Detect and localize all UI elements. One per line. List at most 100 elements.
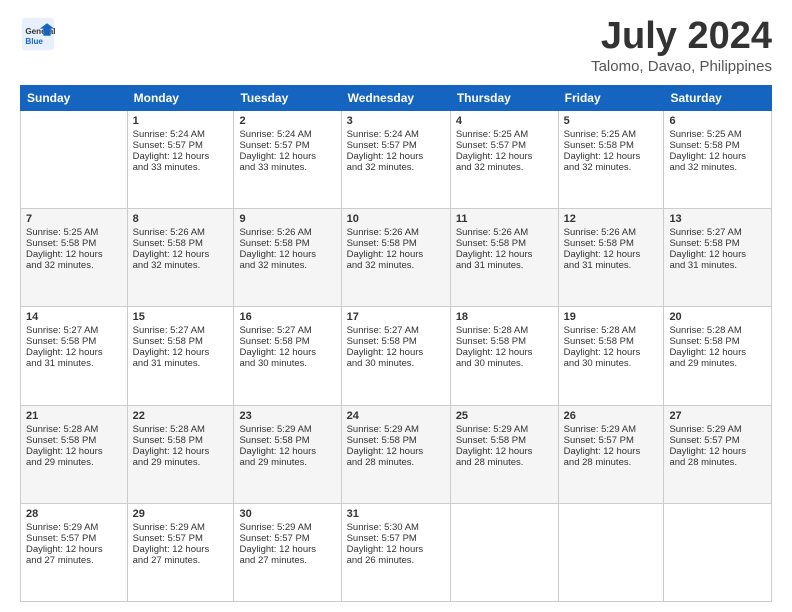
cell-text: Sunrise: 5:26 AM [133, 227, 229, 238]
cell-text: Sunrise: 5:27 AM [669, 227, 766, 238]
week-row-5: 28Sunrise: 5:29 AMSunset: 5:57 PMDayligh… [21, 503, 772, 601]
cell-text: Daylight: 12 hours [239, 151, 335, 162]
calendar-cell: 30Sunrise: 5:29 AMSunset: 5:57 PMDayligh… [234, 503, 341, 601]
day-number: 19 [564, 311, 659, 323]
calendar-title: July 2024 [591, 16, 772, 58]
calendar-cell: 9Sunrise: 5:26 AMSunset: 5:58 PMDaylight… [234, 209, 341, 307]
cell-text: and 32 minutes. [669, 162, 766, 173]
calendar-table: Sunday Monday Tuesday Wednesday Thursday… [20, 85, 772, 602]
day-number: 25 [456, 410, 553, 422]
calendar-cell [450, 503, 558, 601]
calendar-cell: 11Sunrise: 5:26 AMSunset: 5:58 PMDayligh… [450, 209, 558, 307]
cell-text: Sunset: 5:58 PM [456, 238, 553, 249]
cell-text: Sunrise: 5:26 AM [564, 227, 659, 238]
cell-text: Sunrise: 5:28 AM [669, 325, 766, 336]
cell-text: Daylight: 12 hours [133, 446, 229, 457]
calendar-cell: 5Sunrise: 5:25 AMSunset: 5:58 PMDaylight… [558, 110, 664, 208]
cell-text: and 30 minutes. [456, 358, 553, 369]
cell-text: Daylight: 12 hours [26, 347, 122, 358]
cell-text: Sunset: 5:58 PM [456, 435, 553, 446]
calendar-cell: 10Sunrise: 5:26 AMSunset: 5:58 PMDayligh… [341, 209, 450, 307]
cell-text: Sunset: 5:58 PM [347, 435, 445, 446]
cell-text: Sunrise: 5:25 AM [564, 129, 659, 140]
cell-text: Sunset: 5:57 PM [239, 533, 335, 544]
week-row-3: 14Sunrise: 5:27 AMSunset: 5:58 PMDayligh… [21, 307, 772, 405]
week-row-2: 7Sunrise: 5:25 AMSunset: 5:58 PMDaylight… [21, 209, 772, 307]
cell-text: and 29 minutes. [26, 457, 122, 468]
cell-text: Sunrise: 5:29 AM [669, 424, 766, 435]
cell-text: and 32 minutes. [239, 260, 335, 271]
cell-text: and 32 minutes. [347, 162, 445, 173]
day-number: 27 [669, 410, 766, 422]
day-number: 26 [564, 410, 659, 422]
cell-text: and 32 minutes. [26, 260, 122, 271]
calendar-cell: 1Sunrise: 5:24 AMSunset: 5:57 PMDaylight… [127, 110, 234, 208]
col-monday: Monday [127, 85, 234, 110]
cell-text: Sunset: 5:57 PM [564, 435, 659, 446]
cell-text: Sunset: 5:58 PM [239, 238, 335, 249]
calendar-cell: 25Sunrise: 5:29 AMSunset: 5:58 PMDayligh… [450, 405, 558, 503]
col-sunday: Sunday [21, 85, 128, 110]
cell-text: and 33 minutes. [133, 162, 229, 173]
cell-text: Daylight: 12 hours [669, 446, 766, 457]
day-number: 6 [669, 115, 766, 127]
cell-text: Sunset: 5:58 PM [26, 238, 122, 249]
cell-text: Daylight: 12 hours [26, 544, 122, 555]
cell-text: Sunset: 5:57 PM [669, 435, 766, 446]
cell-text: and 30 minutes. [564, 358, 659, 369]
cell-text: Sunrise: 5:27 AM [347, 325, 445, 336]
calendar-cell: 28Sunrise: 5:29 AMSunset: 5:57 PMDayligh… [21, 503, 128, 601]
cell-text: Sunset: 5:57 PM [239, 140, 335, 151]
day-number: 16 [239, 311, 335, 323]
day-number: 13 [669, 213, 766, 225]
day-number: 21 [26, 410, 122, 422]
cell-text: and 26 minutes. [347, 555, 445, 566]
cell-text: and 31 minutes. [669, 260, 766, 271]
cell-text: and 31 minutes. [564, 260, 659, 271]
cell-text: and 27 minutes. [26, 555, 122, 566]
cell-text: Daylight: 12 hours [133, 544, 229, 555]
cell-text: and 32 minutes. [133, 260, 229, 271]
cell-text: Daylight: 12 hours [456, 151, 553, 162]
cell-text: Sunrise: 5:28 AM [133, 424, 229, 435]
cell-text: Sunrise: 5:26 AM [347, 227, 445, 238]
calendar-cell: 24Sunrise: 5:29 AMSunset: 5:58 PMDayligh… [341, 405, 450, 503]
cell-text: Sunrise: 5:29 AM [239, 424, 335, 435]
cell-text: Daylight: 12 hours [347, 151, 445, 162]
calendar-location: Talomo, Davao, Philippines [591, 58, 772, 75]
day-number: 10 [347, 213, 445, 225]
day-number: 12 [564, 213, 659, 225]
cell-text: Sunset: 5:58 PM [347, 238, 445, 249]
cell-text: and 28 minutes. [456, 457, 553, 468]
cell-text: and 32 minutes. [564, 162, 659, 173]
cell-text: Sunrise: 5:25 AM [26, 227, 122, 238]
cell-text: Sunset: 5:58 PM [564, 336, 659, 347]
cell-text: Daylight: 12 hours [26, 249, 122, 260]
calendar-cell: 2Sunrise: 5:24 AMSunset: 5:57 PMDaylight… [234, 110, 341, 208]
cell-text: and 31 minutes. [133, 358, 229, 369]
day-number: 14 [26, 311, 122, 323]
cell-text: Daylight: 12 hours [347, 446, 445, 457]
cell-text: Sunrise: 5:29 AM [456, 424, 553, 435]
cell-text: Sunrise: 5:24 AM [133, 129, 229, 140]
calendar-cell: 4Sunrise: 5:25 AMSunset: 5:57 PMDaylight… [450, 110, 558, 208]
cell-text: and 27 minutes. [133, 555, 229, 566]
cell-text: and 27 minutes. [239, 555, 335, 566]
cell-text: Sunset: 5:58 PM [133, 336, 229, 347]
day-number: 7 [26, 213, 122, 225]
calendar-page: General Blue General Blue July 2024 Talo… [0, 0, 792, 612]
calendar-cell: 13Sunrise: 5:27 AMSunset: 5:58 PMDayligh… [664, 209, 772, 307]
cell-text: Sunrise: 5:29 AM [564, 424, 659, 435]
cell-text: Sunrise: 5:27 AM [26, 325, 122, 336]
day-number: 15 [133, 311, 229, 323]
calendar-cell: 15Sunrise: 5:27 AMSunset: 5:58 PMDayligh… [127, 307, 234, 405]
cell-text: Sunset: 5:58 PM [669, 140, 766, 151]
cell-text: Sunrise: 5:29 AM [239, 522, 335, 533]
cell-text: Daylight: 12 hours [564, 347, 659, 358]
cell-text: Daylight: 12 hours [669, 151, 766, 162]
col-saturday: Saturday [664, 85, 772, 110]
cell-text: Daylight: 12 hours [347, 544, 445, 555]
cell-text: and 30 minutes. [239, 358, 335, 369]
calendar-cell [664, 503, 772, 601]
cell-text: Sunset: 5:57 PM [347, 533, 445, 544]
